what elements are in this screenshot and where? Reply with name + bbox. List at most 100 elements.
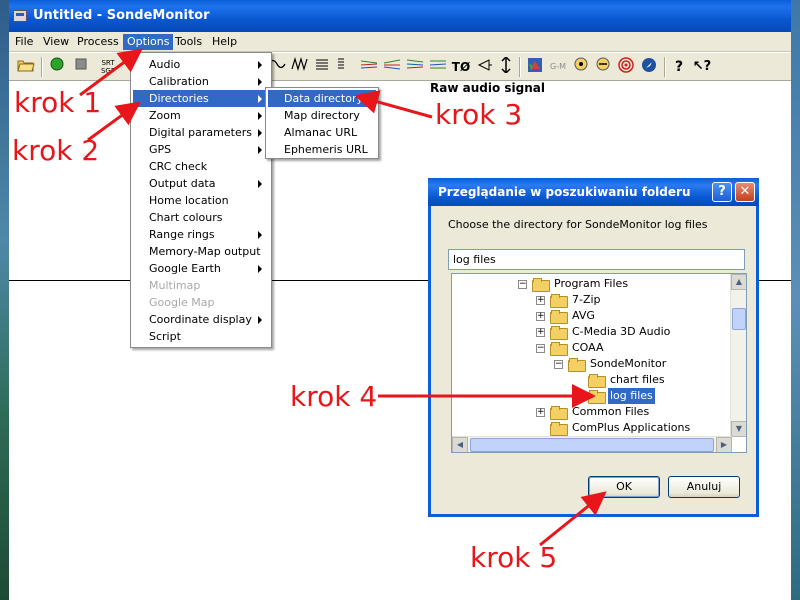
t0-button[interactable]: TØ bbox=[451, 57, 471, 77]
menu-item-zoom[interactable]: Zoom bbox=[133, 107, 269, 124]
submenu-item-almanac-url[interactable]: Almanac URL bbox=[268, 124, 376, 141]
title-bar[interactable]: Untitled - SondeMonitor bbox=[9, 0, 791, 32]
options-menu: Audio Calibration Directories Zoom Digit… bbox=[130, 52, 272, 348]
tree-item-sondemonitor[interactable]: − SondeMonitor bbox=[554, 356, 668, 372]
menu-help[interactable]: Help bbox=[208, 34, 241, 50]
open-folder-icon[interactable] bbox=[15, 57, 37, 77]
tree-item-7-zip[interactable]: +7-Zip bbox=[536, 292, 603, 308]
submenu-arrow-icon bbox=[258, 231, 262, 239]
help-icon[interactable]: ? bbox=[670, 57, 688, 77]
zoom-center-icon[interactable] bbox=[572, 57, 590, 77]
zoom-out-icon[interactable] bbox=[594, 57, 612, 77]
collapse-icon[interactable]: − bbox=[536, 343, 545, 353]
menu-item-script[interactable]: Script bbox=[133, 328, 269, 345]
tree-item-program-files[interactable]: − Program Files bbox=[518, 276, 630, 292]
scroll-down-icon[interactable]: ▼ bbox=[731, 421, 746, 437]
chart-lines-icon-1[interactable] bbox=[359, 57, 379, 77]
menu-item-memory-map-output[interactable]: Memory-Map output bbox=[133, 243, 269, 260]
folder-icon bbox=[588, 374, 606, 388]
scroll-up-icon[interactable]: ▲ bbox=[731, 274, 746, 290]
folder-name-input[interactable] bbox=[448, 249, 745, 270]
compass-icon[interactable] bbox=[639, 57, 659, 77]
pulse-wave-icon[interactable] bbox=[290, 56, 310, 77]
vertical-arrows-icon[interactable] bbox=[497, 55, 515, 77]
chart-lines-icon-2[interactable] bbox=[382, 57, 402, 77]
menu-item-chart-colours[interactable]: Chart colours bbox=[133, 209, 269, 226]
collapse-icon[interactable]: − bbox=[518, 279, 527, 289]
range-rings-icon[interactable] bbox=[616, 57, 636, 77]
scroll-left-icon[interactable]: ◀ bbox=[452, 437, 468, 452]
menu-item-gps[interactable]: GPS bbox=[133, 141, 269, 158]
directories-submenu: Data directory Map directory Almanac URL… bbox=[265, 87, 379, 159]
tree-item-common-files[interactable]: + Common Files bbox=[536, 404, 651, 420]
menu-item-directories[interactable]: Directories bbox=[133, 90, 269, 107]
tree-item-avg[interactable]: + AVG bbox=[536, 308, 597, 324]
antenna-icon[interactable] bbox=[475, 57, 495, 77]
folder-icon bbox=[550, 422, 568, 436]
dialog-help-icon[interactable]: ? bbox=[712, 182, 732, 202]
submenu-item-data-directory[interactable]: Data directory bbox=[268, 90, 376, 107]
expand-icon[interactable]: + bbox=[536, 295, 545, 305]
open-folder-icon bbox=[588, 390, 606, 404]
submenu-arrow-icon bbox=[258, 78, 262, 86]
scroll-thumb[interactable] bbox=[732, 308, 746, 330]
menu-item-google-earth[interactable]: Google Earth bbox=[133, 260, 269, 277]
chart-lines-icon-4[interactable] bbox=[428, 57, 448, 77]
gm-button[interactable]: G-M bbox=[547, 57, 569, 77]
srt-sgp-button[interactable]: SRT SGP bbox=[95, 57, 121, 77]
expand-icon[interactable]: + bbox=[536, 407, 545, 417]
chart-lines-icon-3[interactable] bbox=[405, 57, 425, 77]
annotation-krok-1: krok 1 bbox=[14, 86, 102, 119]
scroll-thumb[interactable] bbox=[470, 438, 714, 452]
collapse-icon[interactable]: − bbox=[554, 359, 563, 369]
tree-item-c-media-3d-audio[interactable]: + C-Media 3D Audio bbox=[536, 324, 672, 340]
menu-tools[interactable]: Tools bbox=[171, 34, 206, 50]
tree-horizontal-scrollbar[interactable]: ◀ ▶ bbox=[452, 436, 732, 452]
submenu-item-ephemeris-url[interactable]: Ephemeris URL bbox=[268, 141, 376, 158]
tree-item-coaa[interactable]: − COAA bbox=[536, 340, 606, 356]
annotation-krok-5: krok 5 bbox=[470, 541, 558, 574]
folder-icon bbox=[550, 310, 568, 324]
app-icon bbox=[13, 10, 27, 22]
cancel-button[interactable]: Anuluj bbox=[668, 476, 740, 498]
ok-button[interactable]: OK bbox=[588, 476, 660, 498]
menu-item-coordinate-display[interactable]: Coordinate display bbox=[133, 311, 269, 328]
bars-icon[interactable] bbox=[313, 57, 331, 77]
annotation-krok-2: krok 2 bbox=[12, 134, 100, 167]
menu-process[interactable]: Process bbox=[73, 34, 123, 50]
menu-view[interactable]: View bbox=[39, 34, 73, 50]
thin-bars-icon[interactable] bbox=[334, 57, 348, 77]
expand-icon[interactable]: + bbox=[536, 311, 545, 321]
tree-item-complus-applications[interactable]: ComPlus Applications bbox=[550, 420, 692, 436]
stop-icon[interactable] bbox=[71, 57, 91, 77]
menu-item-output-data[interactable]: Output data bbox=[133, 175, 269, 192]
dialog-title-bar[interactable]: Przeglądanie w poszukiwaniu folderu ? ✕ bbox=[428, 178, 759, 206]
tree-item-chart-files[interactable]: chart files bbox=[588, 372, 667, 388]
desktop-background-left bbox=[0, 0, 9, 600]
submenu-item-map-directory[interactable]: Map directory bbox=[268, 107, 376, 124]
menu-file[interactable]: File bbox=[11, 34, 37, 50]
submenu-arrow-icon bbox=[258, 61, 262, 69]
map-icon[interactable] bbox=[525, 57, 545, 77]
menu-item-digital-parameters[interactable]: Digital parameters bbox=[133, 124, 269, 141]
folder-icon bbox=[550, 294, 568, 308]
signal-label: Raw audio signal bbox=[430, 81, 545, 95]
tree-vertical-scrollbar[interactable]: ▲ ▼ bbox=[730, 274, 746, 437]
submenu-arrow-icon bbox=[258, 265, 262, 273]
menu-item-range-rings[interactable]: Range rings bbox=[133, 226, 269, 243]
annotation-krok-4: krok 4 bbox=[290, 380, 378, 413]
folder-icon bbox=[532, 278, 550, 292]
start-icon[interactable] bbox=[47, 57, 67, 77]
menu-item-audio[interactable]: Audio bbox=[133, 56, 269, 73]
submenu-arrow-icon bbox=[258, 316, 262, 324]
menu-item-crc-check[interactable]: CRC check bbox=[133, 158, 269, 175]
tree-item-log-files[interactable]: log files bbox=[588, 388, 655, 404]
menu-options[interactable]: Options bbox=[123, 34, 174, 50]
context-help-icon[interactable]: ↖? bbox=[692, 57, 712, 77]
dialog-close-icon[interactable]: ✕ bbox=[735, 182, 755, 202]
menu-item-calibration[interactable]: Calibration bbox=[133, 73, 269, 90]
submenu-arrow-icon bbox=[258, 95, 262, 103]
scroll-right-icon[interactable]: ▶ bbox=[716, 437, 732, 452]
menu-item-home-location[interactable]: Home location bbox=[133, 192, 269, 209]
expand-icon[interactable]: + bbox=[536, 327, 545, 337]
